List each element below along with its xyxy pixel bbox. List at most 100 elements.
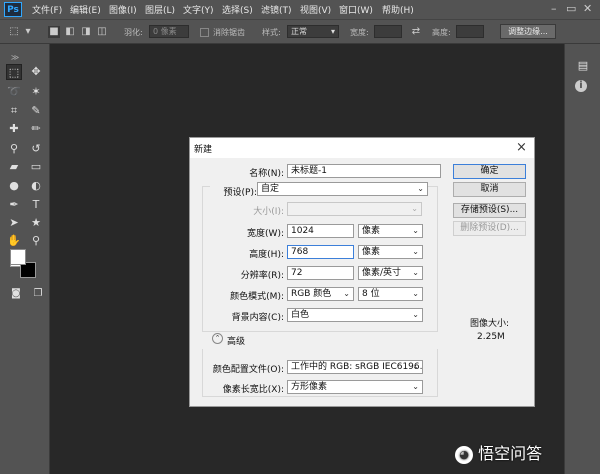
marquee-preset-icon[interactable]: ⬚ xyxy=(8,26,20,38)
width-input[interactable]: 1024 xyxy=(287,224,354,238)
image-size-label: 图像大小: xyxy=(470,319,510,329)
pen-icon[interactable]: ✒ xyxy=(6,197,22,213)
menu-filter[interactable]: 滤镜(T) xyxy=(261,3,292,16)
screen-mode-icon[interactable]: ❐ xyxy=(30,286,46,302)
crop-icon[interactable]: ⌗ xyxy=(6,103,22,119)
move-icon[interactable]: ✥ xyxy=(28,64,44,80)
add-selection-icon[interactable]: ◧ xyxy=(64,26,76,38)
size-select[interactable]: ⌄ xyxy=(287,202,422,216)
feather-label: 羽化: xyxy=(124,28,143,37)
save-preset-button[interactable]: 存储预设(S)... xyxy=(453,203,526,218)
width-input[interactable] xyxy=(374,25,402,38)
close-icon[interactable]: × xyxy=(516,140,527,155)
pixel-aspect-select[interactable]: 方形像素 ⌄ xyxy=(287,380,423,394)
preset-select[interactable]: 自定 ⌄ xyxy=(257,182,428,196)
blur-icon[interactable]: ● xyxy=(6,178,22,194)
antialias-checkbox[interactable] xyxy=(200,28,209,37)
menu-view[interactable]: 视图(V) xyxy=(300,3,331,16)
height-label: 高度: xyxy=(432,28,451,37)
style-select[interactable]: 正常 ▾ xyxy=(287,25,339,38)
menubar: Ps 文件(F) 编辑(E) 图像(I) 图层(L) 文字(Y) 选择(S) 滤… xyxy=(0,0,600,19)
chevron-down-icon: ⌄ xyxy=(412,289,419,298)
advanced-toggle-icon[interactable]: ⌃ xyxy=(212,333,223,344)
ok-button[interactable]: 确定 xyxy=(453,164,526,179)
color-profile-select[interactable]: 工作中的 RGB: sRGB IEC6196... ⌄ xyxy=(287,360,423,374)
eyedropper-icon[interactable]: ✎ xyxy=(28,103,44,119)
bit-depth-select[interactable]: 8 位 ⌄ xyxy=(358,287,423,301)
menu-file[interactable]: 文件(F) xyxy=(32,3,62,16)
quick-mask-icon[interactable]: ◙ xyxy=(8,286,24,302)
color-mode-label: 颜色模式(M): xyxy=(230,292,284,302)
width-label: 宽度(W): xyxy=(247,229,284,239)
image-size-value: 2.25M xyxy=(477,332,505,342)
type-icon[interactable]: T xyxy=(28,197,44,213)
eraser-icon[interactable]: ▰ xyxy=(6,159,22,175)
resolution-input[interactable]: 72 xyxy=(287,266,354,280)
width-unit-select[interactable]: 像素 ⌄ xyxy=(358,224,423,238)
chevron-down-icon: ▾ xyxy=(330,27,335,36)
menu-layer[interactable]: 图层(L) xyxy=(145,3,175,16)
chevron-down-icon: ⌄ xyxy=(412,268,419,277)
healing-brush-icon[interactable]: ✚ xyxy=(6,121,22,137)
size-label: 大小(I): xyxy=(253,207,284,217)
resolution-label: 分辨率(R): xyxy=(240,271,284,281)
menu-help[interactable]: 帮助(H) xyxy=(382,3,414,16)
preset-label: 预设(P): xyxy=(210,185,257,198)
watermark: ◕ 悟空问答 xyxy=(455,440,542,464)
refine-edge-button[interactable]: 调整边缘... xyxy=(500,24,556,39)
hand-icon[interactable]: ✋ xyxy=(6,233,22,249)
menu-select[interactable]: 选择(S) xyxy=(222,3,253,16)
name-input[interactable]: 未标题-1 xyxy=(287,164,441,178)
foreground-color[interactable] xyxy=(10,249,26,265)
close-window-icon[interactable]: ✕ xyxy=(583,2,592,15)
menu-image[interactable]: 图像(I) xyxy=(109,3,137,16)
dialog-titlebar: 新建 × xyxy=(190,138,534,158)
clone-stamp-icon[interactable]: ⚲ xyxy=(6,141,22,157)
marquee-icon[interactable]: ⬚ xyxy=(6,64,22,80)
intersect-selection-icon[interactable]: ◫ xyxy=(96,26,108,38)
background-contents-select[interactable]: 白色 ⌄ xyxy=(287,308,423,322)
name-label: 名称(N): xyxy=(249,169,284,179)
chevron-down-icon: ⌄ xyxy=(412,226,419,235)
height-unit-select[interactable]: 像素 ⌄ xyxy=(358,245,423,259)
toolbox-collapse-icon[interactable]: ≫ xyxy=(7,50,23,66)
style-label: 样式: xyxy=(262,28,281,37)
options-bar: ⬚ ▾ ■ ◧ ◨ ◫ 羽化: 0 像素 消除锯齿 样式: 正常 ▾ 宽度: ⇄ … xyxy=(0,19,600,44)
pixel-aspect-label: 像素长宽比(X): xyxy=(222,385,284,395)
history-brush-icon[interactable]: ↺ xyxy=(28,141,44,157)
chevron-down-icon: ⌄ xyxy=(412,247,419,256)
zoom-icon[interactable]: ⚲ xyxy=(28,233,44,249)
cancel-button[interactable]: 取消 xyxy=(453,182,526,197)
feather-input[interactable]: 0 像素 xyxy=(149,25,189,38)
background-contents-label: 背景内容(C): xyxy=(231,313,284,323)
shape-icon[interactable]: ★ xyxy=(28,215,44,231)
delete-preset-button[interactable]: 删除预设(D)... xyxy=(453,221,526,236)
magic-wand-icon[interactable]: ✶ xyxy=(28,84,44,100)
menu-edit[interactable]: 编辑(E) xyxy=(70,3,101,16)
gradient-icon[interactable]: ▭ xyxy=(28,159,44,175)
resolution-unit-select[interactable]: 像素/英寸 ⌄ xyxy=(358,266,423,280)
minimize-icon[interactable]: – xyxy=(551,2,557,15)
height-input[interactable]: 768 xyxy=(287,245,354,259)
new-selection-icon[interactable]: ■ xyxy=(48,26,60,38)
color-profile-label: 颜色配置文件(O): xyxy=(212,365,284,375)
height-input[interactable] xyxy=(456,25,484,38)
advanced-label[interactable]: 高级 xyxy=(227,334,245,347)
swap-icon[interactable]: ⇄ xyxy=(410,26,422,38)
menu-type[interactable]: 文字(Y) xyxy=(183,3,214,16)
path-select-icon[interactable]: ➤ xyxy=(6,215,22,231)
chevron-down-icon: ⌄ xyxy=(412,362,419,371)
lasso-icon[interactable]: ➰ xyxy=(6,84,22,100)
height-label: 高度(H): xyxy=(249,250,284,260)
subtract-selection-icon[interactable]: ◨ xyxy=(80,26,92,38)
chevron-down-icon[interactable]: ▾ xyxy=(22,26,34,38)
chevron-down-icon: ⌄ xyxy=(412,382,419,391)
brush-icon[interactable]: ✏ xyxy=(28,121,44,137)
new-document-dialog: 新建 × 名称(N): 未标题-1 预设(P): 自定 ⌄ 大小(I): ⌄ 宽度… xyxy=(189,137,535,407)
menu-window[interactable]: 窗口(W) xyxy=(339,3,373,16)
color-mode-select[interactable]: RGB 颜色 ⌄ xyxy=(287,287,354,301)
dodge-icon[interactable]: ◐ xyxy=(28,178,44,194)
restore-icon[interactable]: ▭ xyxy=(566,2,576,15)
info-icon[interactable]: i xyxy=(575,80,587,92)
layers-panel-icon[interactable]: ▤ xyxy=(575,58,591,74)
